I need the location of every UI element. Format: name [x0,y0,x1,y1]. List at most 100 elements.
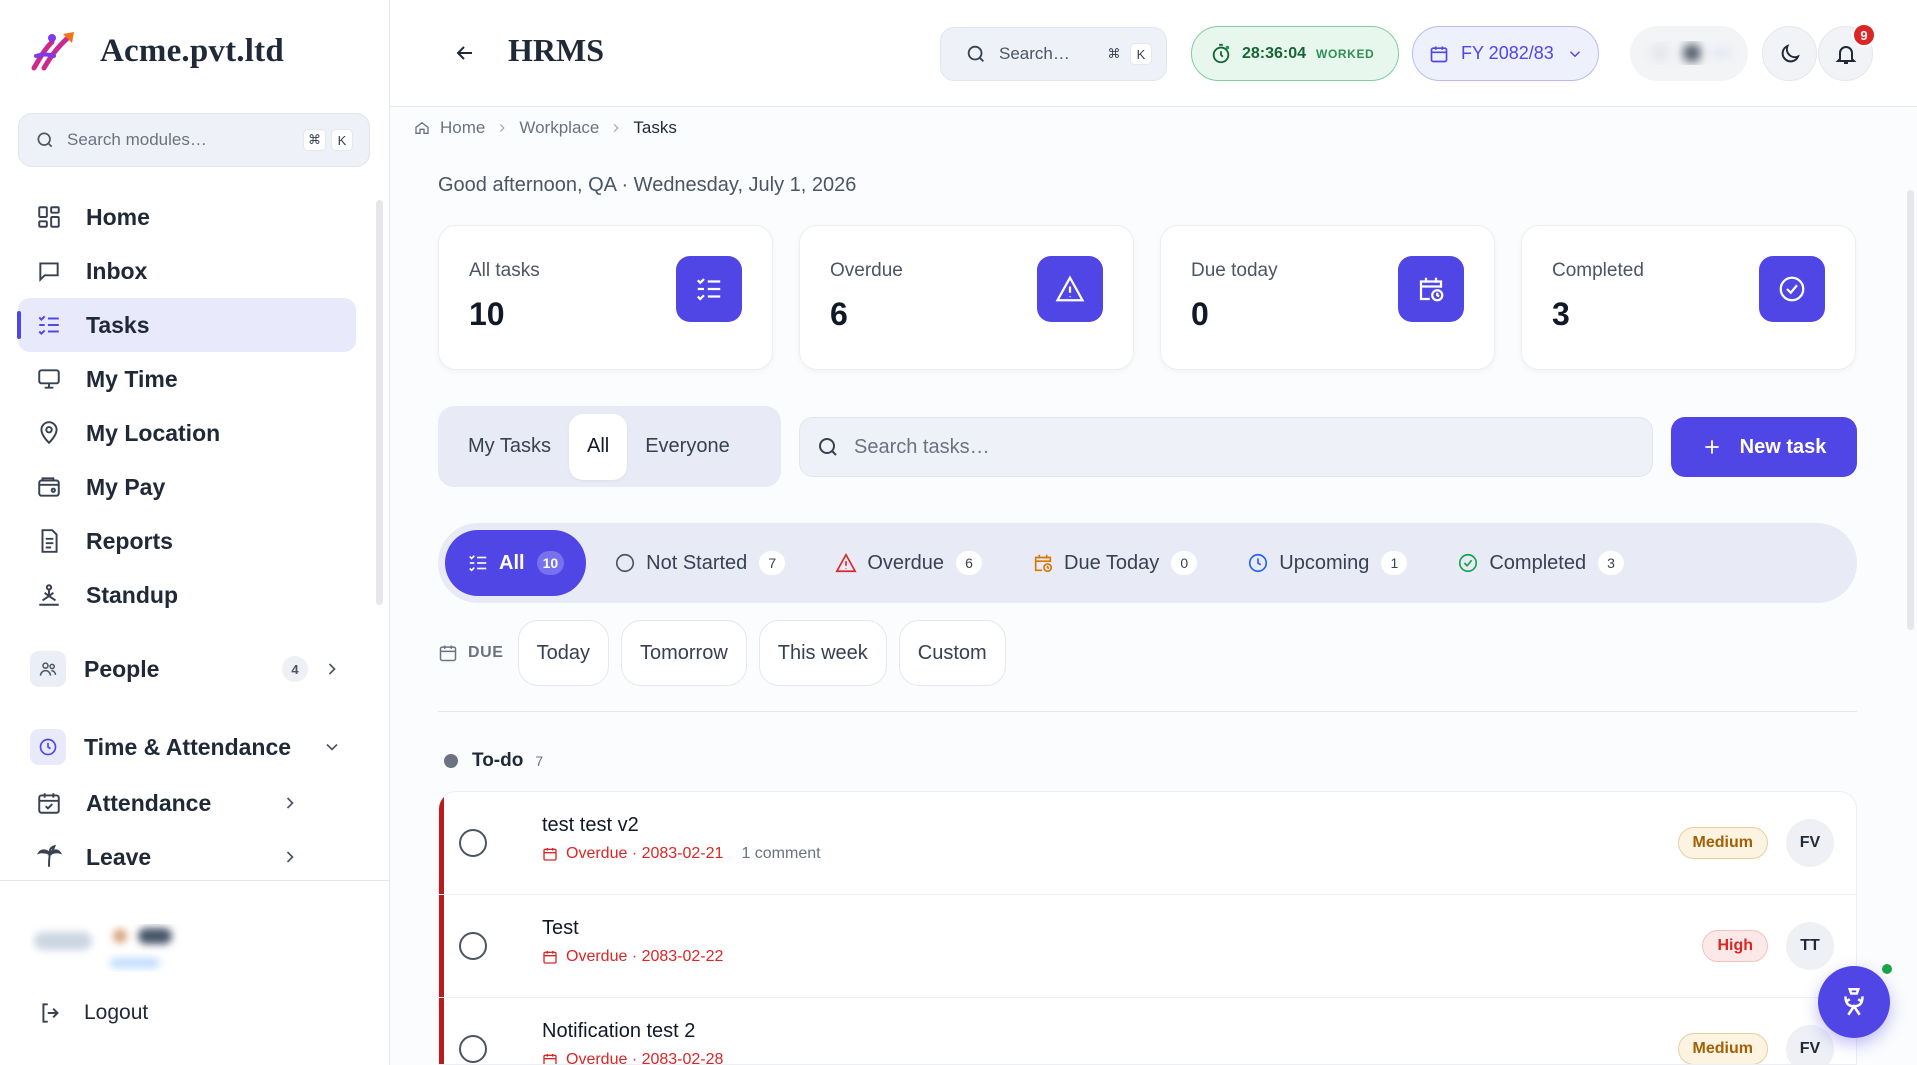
assistant-fab-button[interactable] [1818,962,1894,1038]
brand-name: Acme.pvt.ltd [100,32,284,69]
task-row[interactable]: Notification test 2 Overdue · 2083-02-28… [439,998,1856,1064]
back-button[interactable] [450,38,480,68]
task-title[interactable]: test test v2 [542,814,821,837]
assignee-avatar[interactable]: FV [1786,1025,1834,1064]
due-tomorrow-chip[interactable]: Tomorrow [620,620,747,686]
status-dot [444,754,458,768]
topbar: HRMS Search… ⌘ K 28:36:04 WORKED FY 2082… [390,0,1917,107]
notifications-button[interactable]: 9 [1818,23,1876,81]
filter-completed[interactable]: Completed 3 [1435,530,1646,596]
due-today-chip[interactable]: Today [517,620,609,686]
assignee-avatar[interactable]: FV [1786,819,1834,867]
filter-count: 7 [759,551,786,575]
brand-logo-icon [31,32,74,71]
filter-overdue[interactable]: Overdue 6 [813,530,1004,596]
search-icon [967,45,984,62]
section-header-todo[interactable]: To-do 7 [444,750,543,772]
grid-icon [36,204,62,230]
filter-not-started[interactable]: Not Started 7 [592,530,807,596]
sidebar-item-my-pay[interactable]: My Pay [18,460,356,514]
sidebar: Acme.pvt.ltd Search modules… ⌘ K Home In… [0,0,390,1065]
sidebar-item-my-location[interactable]: My Location [18,406,356,460]
chevron-right-icon [280,793,300,813]
search-icon [37,132,53,148]
sidebar-item-leave[interactable]: Leave [18,830,356,884]
sidebar-item-tasks[interactable]: Tasks [17,298,356,352]
profile-menu[interactable] [1630,26,1748,81]
task-due-status: Overdue · 2083-02-21 [566,845,724,862]
task-complete-checkbox[interactable] [459,932,487,960]
task-meta: Overdue · 2083-02-21 1 comment [542,845,821,863]
clock-icon [30,729,66,765]
task-row[interactable]: test test v2 Overdue · 2083-02-21 1 comm… [439,792,1856,895]
calendar-icon [1430,46,1448,62]
fiscal-year-select[interactable]: FY 2082/83 [1412,26,1599,81]
palm-tree-icon [36,844,62,870]
sidebar-item-home[interactable]: Home [18,190,356,244]
task-meta: Overdue · 2083-02-22 [542,948,723,966]
assignee-avatar[interactable]: TT [1786,922,1834,970]
task-complete-checkbox[interactable] [459,829,487,857]
scope-all[interactable]: All [568,413,628,480]
stat-card-due-today[interactable]: Due today 0 [1160,225,1495,370]
sidebar-group-time-attendance[interactable]: Time & Attendance [18,718,356,776]
task-comments[interactable]: 1 comment [741,845,820,863]
warning-icon [1037,256,1103,322]
worked-timer[interactable]: 28:36:04 WORKED [1191,26,1399,81]
stat-card-completed[interactable]: Completed 3 [1521,225,1856,370]
people-icon [30,651,66,687]
main-scrollbar[interactable] [1907,190,1914,630]
calendar-clock-icon [1032,552,1054,574]
global-search-input[interactable]: Search… ⌘ K [940,27,1167,81]
scope-toggle: My Tasks All Everyone [438,406,781,487]
sidebar-item-label: Tasks [86,311,150,338]
filter-upcoming[interactable]: Upcoming 1 [1225,530,1429,596]
sidebar-item-standup[interactable]: Standup [18,568,356,622]
task-search-input[interactable]: Search tasks… [799,417,1653,477]
task-title[interactable]: Notification test 2 [542,1020,723,1043]
theme-toggle-button[interactable] [1762,26,1817,81]
sidebar-item-my-time[interactable]: My Time [18,352,356,406]
priority-badge: Medium [1677,827,1768,859]
sidebar-scrollbar[interactable] [376,200,383,605]
filter-all[interactable]: All 10 [445,530,587,596]
new-task-button[interactable]: New task [1671,417,1857,477]
task-complete-checkbox[interactable] [459,1035,487,1063]
sidebar-item-inbox[interactable]: Inbox [18,244,356,298]
scope-my-tasks[interactable]: My Tasks [450,414,569,480]
filter-label: Upcoming [1279,551,1370,574]
stopwatch-icon [1212,43,1230,63]
logout-button[interactable]: Logout [38,1000,148,1026]
brand[interactable]: Acme.pvt.ltd [30,28,284,74]
sidebar-nav: Home Inbox Tasks My Time My Location My … [17,190,356,884]
standup-icon [36,582,62,608]
overdue-bar [439,998,444,1064]
shortcut-k-key: K [331,129,353,151]
filter-due-today[interactable]: Due Today 0 [1010,530,1219,596]
sidebar-item-reports[interactable]: Reports [18,514,356,568]
module-search-input[interactable]: Search modules… ⌘ K [18,113,370,167]
due-this-week-chip[interactable]: This week [758,620,887,686]
breadcrumb-workplace[interactable]: Workplace [519,118,599,138]
scope-everyone[interactable]: Everyone [627,414,748,480]
task-title[interactable]: Test [542,917,723,940]
task-row[interactable]: Test Overdue · 2083-02-22 High TT [439,895,1856,998]
section-count: 7 [535,753,544,769]
filter-label: Overdue [867,551,945,574]
stat-card-all-tasks[interactable]: All tasks 10 [438,225,773,370]
stat-card-overdue[interactable]: Overdue 6 [799,225,1134,370]
sidebar-divider [0,880,390,881]
calendar-icon [439,645,457,662]
sidebar-group-people[interactable]: People 4 [18,640,356,698]
people-count-badge: 4 [282,656,308,682]
status-filter-bar: All 10 Not Started 7 Overdue 6 Due Today… [438,523,1857,603]
breadcrumb-home[interactable]: Home [440,118,485,138]
chevron-down-icon [1566,45,1584,63]
global-search-placeholder: Search… [999,44,1070,63]
sidebar-item-attendance[interactable]: Attendance [18,776,356,830]
sidebar-item-label: Attendance [86,789,212,816]
calendar-icon [542,949,558,965]
online-status-dot [1880,962,1894,976]
due-custom-chip[interactable]: Custom [898,620,1006,686]
user-profile-avatar[interactable] [30,918,190,972]
